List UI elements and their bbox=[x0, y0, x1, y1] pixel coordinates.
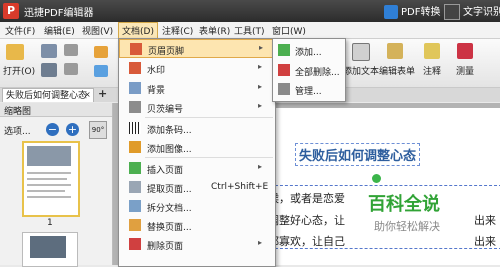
body-text-right: 出来 bbox=[474, 235, 496, 248]
watermark-subtitle: 助你轻松解决 bbox=[374, 220, 440, 233]
add-text-icon[interactable] bbox=[352, 43, 370, 61]
menu-edit[interactable]: 编辑(E) bbox=[44, 24, 75, 37]
body-text-right: 出来 bbox=[474, 214, 496, 227]
new-tab-button[interactable]: + bbox=[98, 87, 107, 100]
print-icon[interactable] bbox=[41, 63, 57, 77]
menu-bar: 文件(F) 编辑(E) 视图(V) 文档(D) 注释(C) 表单(R) 工具(T… bbox=[0, 22, 500, 39]
ocr-icon bbox=[444, 4, 460, 20]
extract-shortcut: Ctrl+Shift+E bbox=[211, 182, 269, 192]
submenu-item-delete-all[interactable]: 全部删除... bbox=[273, 61, 343, 80]
menu-document[interactable]: 文档(D) bbox=[118, 22, 158, 39]
back-icon[interactable] bbox=[94, 46, 108, 58]
ocr-label: 文字识别 bbox=[463, 7, 500, 18]
thumbnail-text-line bbox=[27, 190, 65, 192]
rotate-button[interactable]: 90° bbox=[89, 121, 107, 139]
document-title[interactable]: 失败后如何调整心态 bbox=[295, 143, 421, 166]
open-icon[interactable] bbox=[6, 44, 24, 60]
thumbnail-text-line bbox=[27, 178, 67, 180]
body-text-line: 调整好心态，让 bbox=[268, 214, 345, 227]
barcode-icon bbox=[129, 122, 141, 134]
add-icon bbox=[278, 44, 290, 56]
page-icon[interactable] bbox=[64, 63, 78, 75]
submenu-item-manage[interactable]: 管理... bbox=[273, 80, 343, 99]
measure-button[interactable]: 测量 bbox=[456, 64, 474, 77]
ocr-button[interactable]: 文字识别 bbox=[444, 3, 500, 20]
thumbnail-title: 缩略图 bbox=[4, 107, 32, 117]
thumbnail-text-line bbox=[27, 196, 71, 198]
measure-icon[interactable] bbox=[457, 43, 473, 59]
add-text-button[interactable]: 添加文本 bbox=[343, 64, 379, 77]
menu-window[interactable]: 窗口(W) bbox=[272, 24, 306, 37]
annotate-icon[interactable] bbox=[424, 43, 440, 59]
menu-item-watermark[interactable]: 水印 ▸ bbox=[119, 59, 273, 78]
submenu-item-add[interactable]: 添加... bbox=[273, 41, 343, 60]
bates-icon bbox=[129, 101, 141, 113]
pdf-convert-label: PDF转换 bbox=[401, 7, 441, 18]
pdf-convert-button[interactable]: PDF转换 bbox=[384, 3, 440, 19]
menu-item-insert-page[interactable]: 插入页面 ▸ bbox=[119, 159, 273, 178]
menu-item-split-document[interactable]: 拆分文档... bbox=[119, 197, 273, 216]
pdf-convert-icon bbox=[384, 5, 398, 19]
menu-item-add-barcode[interactable]: 添加条码... bbox=[119, 119, 273, 138]
edit-form-icon[interactable] bbox=[387, 43, 403, 59]
open-button-label[interactable]: 打开(O) bbox=[3, 64, 35, 77]
thumbnail-options[interactable]: 选项... bbox=[4, 124, 31, 137]
save-icon[interactable] bbox=[41, 44, 57, 58]
menu-item-replace-page[interactable]: 替换页面... bbox=[119, 216, 273, 235]
menu-separator bbox=[145, 157, 273, 158]
menu-form[interactable]: 表单(R) bbox=[199, 24, 230, 37]
delete-all-icon bbox=[278, 64, 290, 76]
menu-item-delete-page[interactable]: 删除页面 ▸ bbox=[119, 235, 273, 254]
replace-page-icon bbox=[129, 219, 141, 231]
menu-item-add-image[interactable]: 添加图像... bbox=[119, 138, 273, 157]
watermark-title: 百科全说 bbox=[368, 194, 440, 215]
image-icon bbox=[129, 141, 141, 153]
thumbnail-image bbox=[27, 146, 71, 166]
background-icon bbox=[129, 82, 141, 94]
menu-file[interactable]: 文件(F) bbox=[5, 24, 35, 37]
menu-separator bbox=[145, 117, 273, 118]
thumbnail-text-line bbox=[27, 172, 71, 174]
manage-icon bbox=[278, 83, 290, 95]
header-footer-icon bbox=[130, 43, 142, 55]
zoom-out-button[interactable]: − bbox=[46, 123, 59, 136]
menu-view[interactable]: 视图(V) bbox=[82, 24, 113, 37]
body-text-line: 候，或者是恋爱 bbox=[268, 192, 345, 205]
thumbnail-image bbox=[30, 236, 66, 258]
watermark-icon bbox=[129, 62, 141, 74]
tab-document[interactable]: 失败后如何调整心态 bbox=[2, 88, 94, 102]
split-icon bbox=[129, 200, 141, 212]
app-title: 迅捷PDF编辑器 bbox=[24, 8, 94, 19]
close-tab-icon[interactable]: × bbox=[84, 88, 91, 102]
menu-item-bates[interactable]: 贝茨编号 ▸ bbox=[119, 98, 273, 117]
edit-form-button[interactable]: 编辑表单 bbox=[379, 64, 415, 77]
menu-item-extract-page[interactable]: 提取页面... Ctrl+Shift+E bbox=[119, 178, 273, 197]
rotate-handle[interactable] bbox=[372, 174, 381, 183]
extract-page-icon bbox=[129, 181, 141, 193]
app-logo: P bbox=[3, 3, 19, 19]
minus-icon[interactable] bbox=[64, 44, 78, 56]
delete-page-icon bbox=[129, 238, 141, 250]
insert-page-icon bbox=[129, 162, 141, 174]
thumbnail-text-line bbox=[27, 184, 71, 186]
zoom-in-button[interactable]: + bbox=[66, 123, 79, 136]
forward-icon[interactable] bbox=[94, 65, 108, 77]
menu-tools[interactable]: 工具(T) bbox=[234, 24, 265, 37]
annotate-button[interactable]: 注释 bbox=[423, 64, 441, 77]
menu-item-background[interactable]: 背景 ▸ bbox=[119, 79, 273, 98]
menu-comment[interactable]: 注释(C) bbox=[162, 24, 193, 37]
page-number: 1 bbox=[47, 218, 53, 228]
menu-item-header-footer[interactable]: 页眉页脚 ▸ bbox=[119, 39, 273, 58]
body-text-line: 都寡欢，让自己 bbox=[268, 235, 345, 248]
